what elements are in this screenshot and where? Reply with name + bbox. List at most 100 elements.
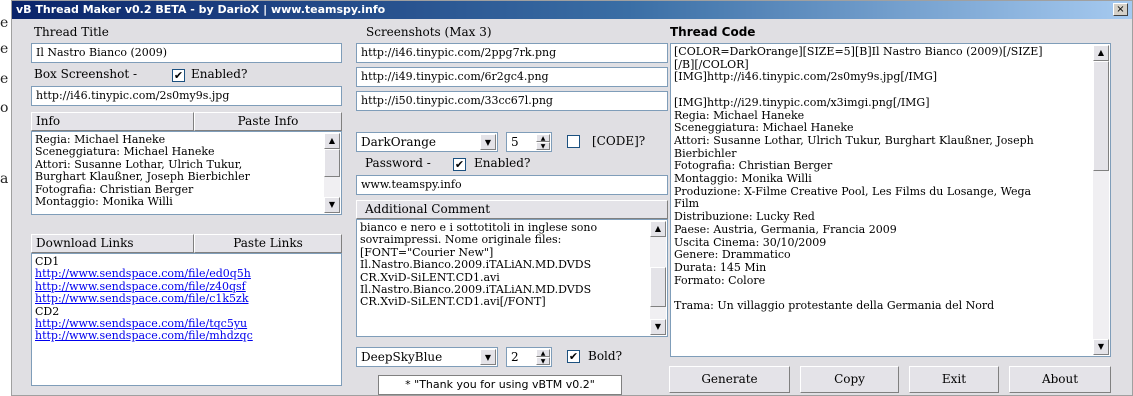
title-size-value: 5 (511, 135, 519, 149)
spin-up-icon[interactable]: ▲ (536, 349, 550, 357)
thread-title-label: Thread Title (34, 25, 109, 39)
box-screenshot-url-input[interactable]: http://i46.tinypic.com/2s0my9s.jpg (31, 86, 342, 106)
code-line: Distribuzione: Lucky Red (674, 211, 815, 224)
comment-line: bianco e nero e i sottotitoli in inglese… (360, 222, 598, 234)
screenshot-url-3[interactable]: http://i50.tinypic.com/33cc67l.png (356, 91, 668, 111)
download-link[interactable]: http://www.sendspace.com/file/mhdzqc (35, 330, 321, 343)
comment-size-value: 2 (511, 350, 519, 364)
about-button[interactable]: About (1009, 366, 1111, 393)
thread-code-textarea[interactable]: [COLOR=DarkOrange][SIZE=5][B]Il Nastro B… (670, 43, 1111, 357)
comment-line: CR.XviD-SiLENT.CD1.avi[/FONT] (360, 296, 546, 309)
info-header: Info (31, 112, 194, 131)
download-link[interactable]: http://www.sendspace.com/file/c1k5zk (35, 292, 321, 305)
comment-line: Il.Nastro.Bianco.2009.iTALiAN.MD.DVDS (360, 259, 592, 272)
scroll-thumb[interactable] (324, 149, 340, 177)
edge-text-1: e (0, 15, 9, 31)
password-input[interactable]: www.teamspy.info (356, 175, 668, 195)
chevron-down-icon[interactable]: ▼ (480, 349, 496, 365)
code-line: Film (674, 198, 700, 211)
generate-button[interactable]: Generate (669, 366, 790, 393)
spin-down-icon[interactable]: ▼ (536, 142, 550, 150)
code-line: Regia: Michael Haneke (674, 109, 805, 122)
additional-comment-header: Additional Comment (356, 200, 668, 219)
chevron-down-icon[interactable]: ▼ (480, 134, 496, 150)
download-links-header: Download Links (31, 234, 194, 253)
scroll-thumb[interactable] (650, 267, 666, 307)
code-line: [IMG]http://i46.tinypic.com/2s0my9s.jpg[… (674, 71, 938, 84)
info-line: Fotografia: Christian Berger (35, 183, 194, 196)
code-line: Genere: Drammatico (674, 249, 791, 262)
code-line: Montaggio: Monika Willi (674, 173, 812, 186)
exit-button[interactable]: Exit (909, 366, 999, 393)
edge-text-4: o (0, 100, 9, 116)
screenshot-url-1[interactable]: http://i46.tinypic.com/2ppg7rk.png (356, 43, 668, 63)
info-line: Attori: Susanne Lothar, Ulrich Tukur, (35, 158, 243, 171)
bold-checkbox[interactable]: ✔ (567, 350, 580, 363)
edge-text-3: e (0, 71, 9, 87)
info-scrollbar[interactable]: ▲ ▼ (324, 133, 340, 213)
code-line: [IMG]http://i29.tinypic.com/x3imgi.png[/… (674, 96, 930, 109)
box-enabled-checkbox[interactable]: ✔ (172, 69, 185, 82)
info-text: Regia: Michael Haneke Sceneggiatura: Mich… (35, 134, 321, 208)
thread-code-label: Thread Code (670, 25, 756, 39)
thread-code-text: [COLOR=DarkOrange][SIZE=5][B]Il Nastro B… (674, 46, 1090, 313)
title-color-value: DarkOrange (361, 135, 437, 149)
scroll-down-icon[interactable]: ▼ (650, 319, 666, 335)
paste-links-button[interactable]: Paste Links (194, 234, 342, 253)
comment-line: Il.Nastro.Bianco.2009.iTALiAN.MD.DVDS (360, 284, 592, 297)
download-links-textarea[interactable]: CD1 http://www.sendspace.com/file/ed0q5h h… (31, 253, 342, 386)
title-color-select[interactable]: DarkOrange ▼ (356, 132, 498, 152)
comment-size-spinner[interactable]: 2 ▲ ▼ (506, 347, 552, 367)
close-icon[interactable]: × (1113, 3, 1128, 16)
thread-title-input[interactable]: Il Nastro Bianco (2009) (31, 43, 342, 63)
comment-scrollbar[interactable]: ▲ ▼ (650, 221, 666, 335)
code-checkbox[interactable] (567, 135, 580, 148)
status-message: * "Thank you for using vBTM v0.2" (378, 375, 622, 395)
paste-info-button[interactable]: Paste Info (194, 112, 342, 131)
password-enabled-label: Enabled? (474, 156, 531, 170)
code-label: [CODE]? (592, 134, 646, 148)
scroll-down-icon[interactable]: ▼ (324, 197, 340, 213)
password-enabled-checkbox[interactable]: ✔ (453, 158, 466, 171)
scroll-thumb[interactable] (1093, 61, 1109, 171)
info-line: Montaggio: Monika Willi (35, 196, 173, 209)
app-window: vB Thread Maker v0.2 BETA - by DarioX | … (11, 0, 1133, 396)
additional-comment-textarea[interactable]: bianco e nero e i sottotitoli in inglese… (356, 219, 668, 337)
code-line: Durata: 145 Min (674, 261, 767, 274)
comment-line: [FONT="Courier New"] (360, 246, 494, 259)
box-screenshot-label: Box Screenshot - (34, 67, 138, 81)
scroll-up-icon[interactable]: ▲ (1093, 45, 1109, 61)
title-size-spinner[interactable]: 5 ▲ ▼ (506, 132, 552, 152)
info-line: Burghart Klaußner, Joseph Bierbichler (35, 171, 250, 184)
window-title: vB Thread Maker v0.2 BETA - by DarioX | … (16, 3, 386, 16)
screenshots-label: Screenshots (Max 3) (366, 25, 492, 39)
copy-button[interactable]: Copy (800, 366, 899, 393)
download-links-text: CD1 http://www.sendspace.com/file/ed0q5h h… (35, 255, 321, 343)
password-label: Password - (365, 156, 431, 170)
download-link[interactable]: http://www.sendspace.com/file/ed0q5h (35, 267, 321, 280)
code-line: Trama: Un villaggio protestante della Ge… (674, 300, 995, 313)
spin-up-icon[interactable]: ▲ (536, 134, 550, 142)
code-scrollbar[interactable]: ▲ ▼ (1093, 45, 1109, 355)
code-line: [COLOR=DarkOrange][SIZE=5][B]Il Nastro B… (674, 46, 1043, 58)
code-line: Paese: Austria, Germania, Francia 2009 (674, 223, 897, 236)
bold-label: Bold? (588, 349, 622, 363)
title-bar[interactable]: vB Thread Maker v0.2 BETA - by DarioX | … (12, 1, 1132, 19)
edge-text-2: e (0, 41, 9, 57)
info-textarea[interactable]: Regia: Michael Haneke Sceneggiatura: Mich… (31, 131, 342, 215)
edge-text-5: a (0, 171, 9, 187)
screenshot-url-2[interactable]: http://i49.tinypic.com/6r2gc4.png (356, 67, 668, 87)
comment-line: CR.XviD-SiLENT.CD1.avi (360, 271, 500, 284)
scroll-up-icon[interactable]: ▲ (650, 221, 666, 237)
scroll-down-icon[interactable]: ▼ (1093, 339, 1109, 355)
spin-down-icon[interactable]: ▼ (536, 357, 550, 365)
comment-color-select[interactable]: DeepSkyBlue ▼ (356, 347, 498, 367)
code-line: [/B][/COLOR] (674, 58, 749, 71)
additional-comment-text: bianco e nero e i sottotitoli in inglese… (360, 222, 647, 309)
code-line: Bierbichler (674, 147, 737, 160)
code-line: Attori: Susanne Lothar, Ulrich Tukur, Bu… (674, 134, 1034, 147)
scroll-up-icon[interactable]: ▲ (324, 133, 340, 149)
code-line: Produzione: X-Filme Creative Pool, Les F… (674, 185, 1032, 198)
